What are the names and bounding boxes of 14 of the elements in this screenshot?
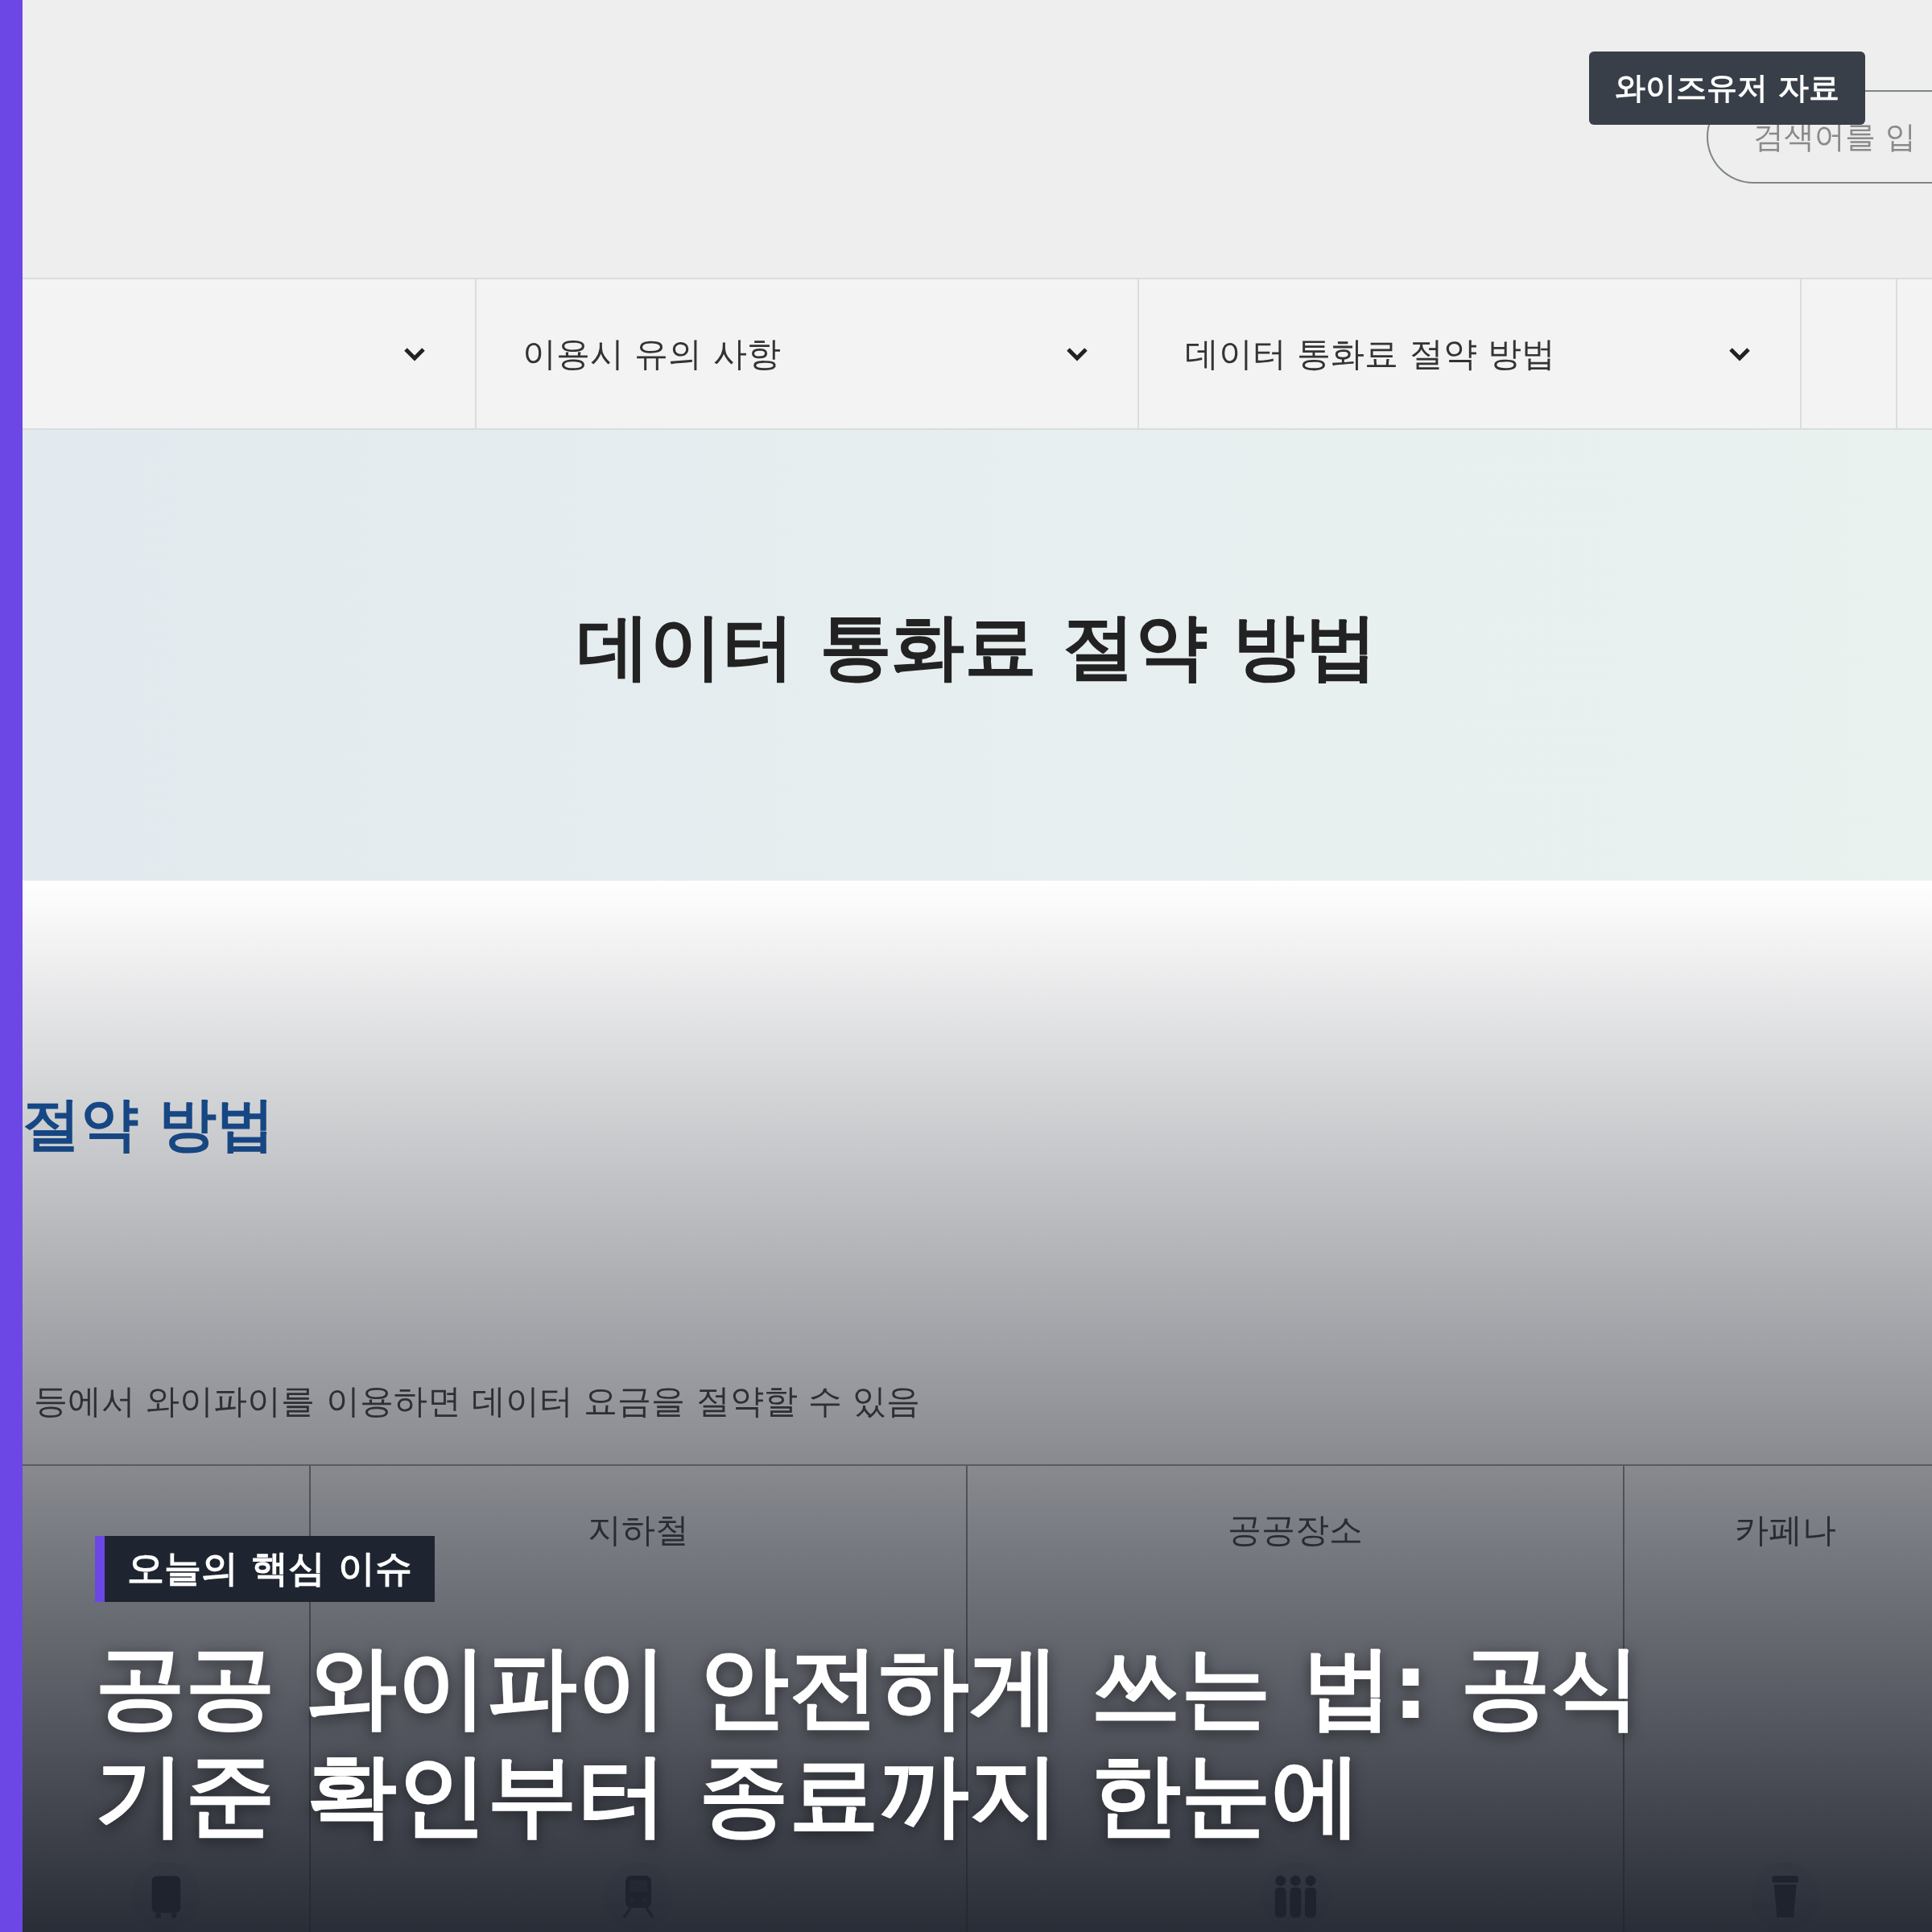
issue-badge: 오늘의 핵심 이슈 (95, 1536, 436, 1602)
section-heading: 절약 방법 (23, 1089, 276, 1159)
column-label: 카페나 (1735, 1509, 1836, 1551)
hero-title: 데이터 통화료 절약 방법 (577, 603, 1377, 690)
chevron-down-icon[interactable] (1728, 345, 1752, 362)
headline: 공공 와이파이 안전하게 쓰는 법: 공식 기준 확인부터 종료까지 한눈에 (95, 1633, 1641, 1848)
tooltip: 와이즈유저 자료 (1589, 52, 1866, 125)
column-label: 공공장소 (1228, 1509, 1363, 1551)
chevron-down-icon[interactable] (1065, 345, 1089, 362)
chevron-down-icon[interactable] (402, 345, 427, 362)
nav-menu-item[interactable]: 이용시 유의 사항 (522, 331, 781, 377)
column-label: 지하철 (588, 1509, 689, 1551)
nav-menu-item[interactable]: 데이터 통화료 절약 방법 (1185, 331, 1556, 377)
section-description: 등에서 와이파이를 이용하면 데이터 요금을 절약할 수 있음 (34, 1381, 922, 1422)
